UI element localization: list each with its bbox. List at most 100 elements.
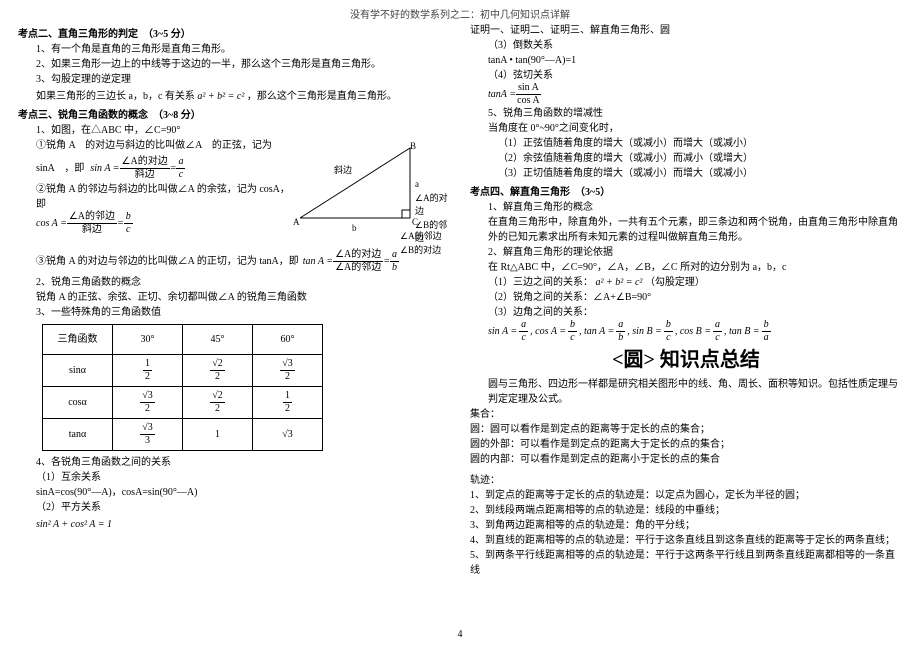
- sec3-p6: 锐角 A 的正弦、余弦、正切、余切都叫做∠A 的锐角三角函数: [18, 290, 450, 305]
- r-p4-lhs: tanA =: [488, 87, 516, 102]
- sec3-p3: ②锐角 A 的邻边与斜边的比叫做∠A 的余弦，记为 cosA，即: [18, 182, 290, 212]
- circle-t5: 5、到两条平行线距离相等的点的轨迹是：平行于这两条平行线且到两条直线距离都相等的…: [470, 548, 902, 578]
- sinB-d: c: [664, 332, 673, 343]
- th-func: 三角函数: [43, 325, 113, 355]
- tanB-d: a: [762, 332, 771, 343]
- tri-adj-l1: ∠A的邻边: [400, 231, 442, 241]
- r-p4: tanA = sin A cos A: [470, 83, 902, 106]
- sec3-p8: 4、各锐角三角函数之间的关系: [18, 455, 450, 470]
- sinB-n: b: [664, 320, 673, 332]
- sec2-line1: 1、有一个角是直角的三角形是直角三角形。: [18, 42, 450, 57]
- sec3-p11: （2）平方关系: [18, 500, 450, 515]
- circle-set-head: 集合：: [470, 407, 902, 422]
- table-row: 三角函数 30° 45° 60°: [43, 325, 323, 355]
- th-60: 60°: [253, 325, 323, 355]
- trig-value-table: 三角函数 30° 45° 60° sinα 12 √22 √32 cosα √3…: [42, 324, 323, 451]
- eq2-eq: =: [117, 216, 124, 231]
- sec2-line4-post: ，那么这个三角形是直角三角形。: [247, 91, 397, 102]
- r-p2: tanA • tan(90°—A)=1: [470, 53, 902, 68]
- eq2: cos A = ∠A的邻边 斜边 = b c: [18, 212, 290, 235]
- sec2-line2: 2、如果三角形一边上的中线等于这边的一半，那么这个三角形是直角三角形。: [18, 57, 450, 72]
- circle-set3: 圆的内部：可以看作是到定点的距离小于定长的点的集合: [470, 452, 902, 467]
- s4-p5: （1）三边之间的关系： a² + b² = c² （勾股定理）: [470, 275, 902, 290]
- td-tan45: 1: [183, 419, 253, 451]
- td-cos45: √22: [183, 387, 253, 419]
- r-p8: （2）余弦值随着角度的增大（或减小）而减小（或增大）: [470, 151, 902, 166]
- sec3-p1: 1、如图，在△ABC 中，∠C=90°: [18, 123, 450, 138]
- tanA-lbl: , tan A =: [579, 324, 614, 339]
- sec3-p5: 2、锐角三角函数的概念: [18, 275, 450, 290]
- eq3-rnum: a: [390, 250, 399, 262]
- sinA-label: sinA ，即: [36, 161, 84, 176]
- s4-p5-post: （勾股定理）: [645, 277, 705, 288]
- eq3-num: ∠A的对边: [333, 250, 383, 262]
- s4-p2: 在直角三角形中，除直角外，一共有五个元素，即三条边和两个锐角，由直角三角形中除直…: [470, 215, 902, 245]
- tanA-d: b: [616, 332, 625, 343]
- eq3-lhs: tan A =: [303, 254, 333, 269]
- section-2-title: 考点二、直角三角形的判定 （3~5 分）: [18, 27, 450, 42]
- td-sin: sinα: [43, 355, 113, 387]
- td-cos: cosα: [43, 387, 113, 419]
- s4-p7: （3）边角之间的关系：: [470, 305, 902, 320]
- eq2-rnum: b: [124, 212, 133, 224]
- td-cos30: √32: [113, 387, 183, 419]
- s4-p3: 2、解直角三角形的理论依据: [470, 245, 902, 260]
- eq2-den: 斜边: [67, 224, 117, 235]
- eq1-lhs: sin A =: [90, 161, 119, 176]
- eq1-frac2: a c: [176, 157, 185, 180]
- page-number: 4: [18, 627, 902, 642]
- td-tan30: √33: [113, 419, 183, 451]
- circle-heading: <圆> 知识点总结: [470, 345, 902, 375]
- circle-t2: 2、到线段两端点距离相等的点的轨迹是：线段的中垂线；: [470, 503, 902, 518]
- eq1-frac1: ∠A的对边 斜边: [120, 157, 170, 180]
- section-4-title: 考点四、解直角三角形 （3~5）: [470, 185, 902, 200]
- tri-adj-l2: ∠B的对边: [400, 245, 441, 255]
- left-column: 考点二、直角三角形的判定 （3~5 分） 1、有一个角是直角的三角形是直角三角形…: [18, 23, 460, 623]
- sinA-lbl: sin A =: [488, 324, 517, 339]
- table-row: sinα 12 √22 √32: [43, 355, 323, 387]
- sec2-line4: 如果三角形的三边长 a，b，c 有关系 a² + b² = c² ，那么这个三角…: [18, 89, 450, 104]
- s4-p4: 在 Rt△ABC 中，∠C=90°，∠A，∠B，∠C 所对的边分别为 a，b，c: [470, 260, 902, 275]
- th-30: 30°: [113, 325, 183, 355]
- circle-intro: 圆与三角形、四边形一样都是研究相关图形中的线、角、周长、面积等知识。包括性质定理…: [470, 377, 902, 407]
- right-triangle-diagram: A B C b 斜边 a ∠A的对边 ∠B的邻边 ∠A的邻边 ∠B的对边: [290, 138, 450, 248]
- s4-p5-pre: （1）三边之间的关系：: [488, 277, 593, 288]
- sinA-d: c: [519, 332, 528, 343]
- sec3-p12: sin² A + cos² A = 1: [18, 517, 450, 532]
- r-p6: 当角度在 0°~90°之间变化时，: [470, 121, 902, 136]
- cosB-n: a: [713, 320, 722, 332]
- table-row: tanα √33 1 √3: [43, 419, 323, 451]
- eq2-frac1: ∠A的邻边 斜边: [67, 212, 117, 235]
- r-p4-frac: sin A cos A: [516, 83, 541, 106]
- td-sin30: 12: [113, 355, 183, 387]
- s4-p6: （2）锐角之间的关系：∠A+∠B=90°: [470, 290, 902, 305]
- eq3-frac1: ∠A的对边 ∠A的邻边: [333, 250, 383, 273]
- sec3-sinA-line: sinA ，即 sin A = ∠A的对边 斜边 = a c: [18, 157, 290, 180]
- proof-cont: 证明一、证明二、证明三、解直角三角形、圆: [470, 23, 902, 38]
- td-sin60: √32: [253, 355, 323, 387]
- eq1-eq: =: [170, 161, 177, 176]
- cosB-d: c: [713, 332, 722, 343]
- document-header: 没有学不好的数学系列之二：初中几何知识点详解: [18, 8, 902, 23]
- eq1-num: ∠A的对边: [120, 157, 170, 169]
- r-p1: （3）倒数关系: [470, 38, 902, 53]
- table-row: cosα √32 √22 12: [43, 387, 323, 419]
- tri-opp-l1: ∠A的对边: [415, 193, 448, 217]
- tri-b: b: [352, 222, 357, 236]
- s4-eq-row: sin A = ac , cos A = bc , tan A = ab , s…: [470, 320, 902, 343]
- eq1-rnum: a: [176, 157, 185, 169]
- tri-opp-a: a: [415, 179, 419, 189]
- sec2-line3: 3、勾股定理的逆定理: [18, 72, 450, 87]
- tri-adj: ∠A的邻边 ∠B的对边: [400, 230, 442, 257]
- circle-set1: 圆：圆可以看作是到定点的距离等于定长的点的集合；: [470, 422, 902, 437]
- s4-p5-math: a² + b² = c²: [596, 277, 643, 288]
- cosA-n: b: [568, 320, 577, 332]
- cosA-lbl: , cos A =: [530, 324, 566, 339]
- eq2-frac2: b c: [124, 212, 133, 235]
- tri-hyp: 斜边: [334, 164, 352, 178]
- tanB-lbl: , tan B =: [724, 324, 760, 339]
- tanB-n: b: [762, 320, 771, 332]
- tanA-n: a: [616, 320, 625, 332]
- eq2-lhs: cos A =: [36, 216, 67, 231]
- td-tan: tanα: [43, 419, 113, 451]
